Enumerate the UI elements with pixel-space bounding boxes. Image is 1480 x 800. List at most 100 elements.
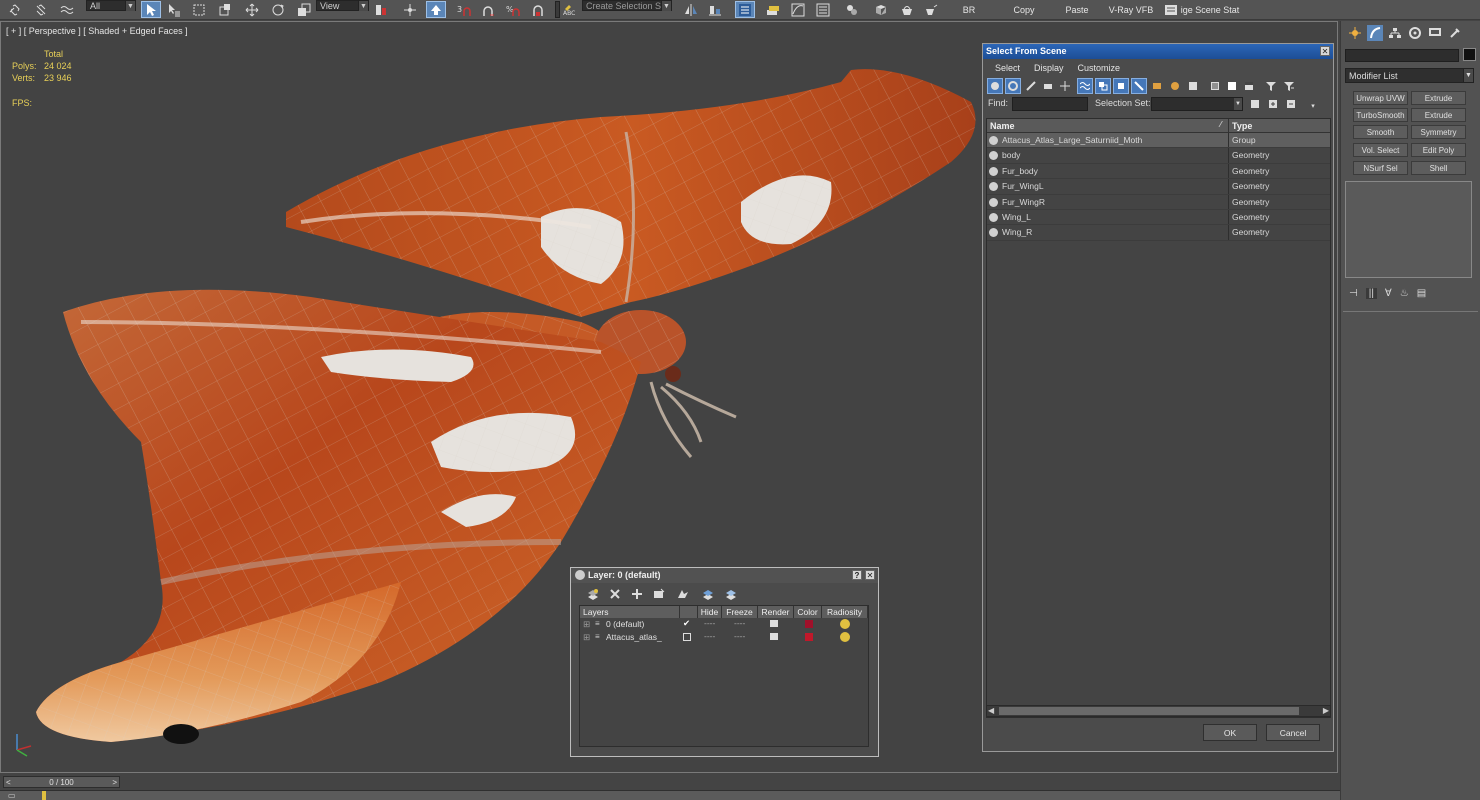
display-tab-icon[interactable] (1427, 25, 1443, 41)
scrollbar-thumb[interactable] (999, 707, 1299, 715)
col-hide[interactable]: Hide (698, 606, 722, 618)
render-setup-icon[interactable] (872, 1, 890, 18)
render-teapot-icon[interactable] (770, 633, 778, 640)
display-groups-icon[interactable] (1095, 78, 1111, 94)
layer-color-swatch[interactable] (805, 620, 813, 628)
render-production-icon[interactable] (922, 1, 940, 18)
percent-snap-icon[interactable]: % (504, 1, 522, 18)
filter-options-icon[interactable] (1281, 78, 1297, 94)
radiosity-icon[interactable] (840, 619, 850, 629)
freeze-toggle[interactable]: ---- (734, 631, 745, 641)
modifier-list-dropdown[interactable]: Modifier List ▼ (1345, 68, 1474, 83)
current-layer-check-icon[interactable]: ✔ (683, 618, 690, 629)
prev-frame-button[interactable]: < (6, 778, 11, 787)
nsurf-sel-button[interactable]: NSurf Sel (1353, 161, 1408, 175)
filter-icon[interactable] (1263, 78, 1279, 94)
turbosmooth-button[interactable]: TurboSmooth (1353, 108, 1408, 122)
object-color-swatch[interactable] (1463, 48, 1476, 61)
object-list[interactable]: Name ⁄ Type Attacus_Atlas_Large_Saturnii… (986, 118, 1331, 718)
delete-layer-icon[interactable] (607, 586, 622, 601)
window-crossing-icon[interactable] (216, 1, 234, 18)
configure-modifier-sets-icon[interactable]: ▤ (1417, 288, 1426, 299)
menu-select[interactable]: Select (995, 63, 1020, 73)
hide-toggle[interactable]: ---- (704, 631, 715, 641)
hide-toggle[interactable]: ---- (704, 618, 715, 628)
display-containers-icon[interactable] (1149, 78, 1165, 94)
unwrap-uvw-button[interactable]: Unwrap UVW (1353, 91, 1408, 105)
menu-customize[interactable]: Customize (1078, 63, 1121, 73)
snaps-toggle-icon[interactable]: 3 (455, 1, 473, 18)
display-cameras-icon[interactable] (1040, 78, 1056, 94)
column-divider[interactable] (1228, 119, 1229, 133)
select-all-icon[interactable] (1207, 78, 1223, 94)
toolbar-overflow-icon[interactable]: ▾ (1305, 98, 1321, 114)
table-row[interactable]: body Geometry (987, 148, 1330, 164)
rect-selection-icon[interactable] (190, 1, 208, 18)
rotate-icon[interactable] (269, 1, 287, 18)
pin-stack-icon[interactable]: ⊣ (1349, 288, 1358, 299)
hierarchy-tab-icon[interactable] (1387, 25, 1403, 41)
current-frame-marker[interactable] (42, 791, 46, 800)
freeze-toggle[interactable]: ---- (734, 618, 745, 628)
shell-button[interactable]: Shell (1411, 161, 1466, 175)
select-object-icon[interactable] (141, 1, 161, 18)
display-lights-icon[interactable] (1023, 78, 1039, 94)
table-row[interactable]: Wing_R Geometry (987, 225, 1330, 241)
select-none-icon[interactable] (1224, 78, 1240, 94)
spinner-snap-icon[interactable] (529, 1, 547, 18)
expand-icon[interactable]: ⊞ (583, 619, 590, 630)
cancel-button[interactable]: Cancel (1266, 724, 1320, 741)
display-xrefs-icon[interactable] (1113, 78, 1129, 94)
vray-vfb-button[interactable]: V-Ray VFB (1106, 1, 1156, 18)
layer-table[interactable]: Layers Hide Freeze Render Color Radiosit… (579, 605, 869, 747)
display-spacewarps-icon[interactable] (1077, 78, 1093, 94)
freeze-unfreeze-all-icon[interactable] (723, 586, 738, 601)
render-teapot-icon[interactable] (770, 620, 778, 627)
col-radiosity[interactable]: Radiosity (822, 606, 868, 618)
make-unique-icon[interactable]: ∀ (1385, 288, 1392, 299)
highlight-selected-layer-icon[interactable] (675, 586, 690, 601)
col-current[interactable] (680, 606, 698, 618)
render-frame-window-icon[interactable] (898, 1, 916, 18)
layer-name[interactable]: 0 (default) (606, 619, 644, 629)
modifier-stack[interactable] (1345, 181, 1472, 278)
scale-icon[interactable] (295, 1, 313, 18)
radiosity-icon[interactable] (840, 632, 850, 642)
br-button[interactable]: BR (955, 1, 983, 18)
selection-filter-dropdown[interactable]: All ▼ (86, 0, 136, 11)
create-tab-icon[interactable] (1347, 25, 1363, 41)
manage-scene-states-button[interactable]: ige Scene Stat (1180, 1, 1240, 18)
layer-explorer-icon[interactable] (764, 1, 782, 18)
add-to-layer-icon[interactable] (629, 586, 644, 601)
track-menu-icon[interactable]: ▭ (8, 791, 16, 800)
curve-editor-icon[interactable] (789, 1, 807, 18)
angle-snap-icon[interactable] (479, 1, 497, 18)
extrude-button[interactable]: Extrude (1411, 91, 1466, 105)
smooth-button[interactable]: Smooth (1353, 125, 1408, 139)
save-selection-set-icon[interactable] (1247, 96, 1263, 112)
vol-select-button[interactable]: Vol. Select (1353, 143, 1408, 157)
display-shapes-icon[interactable] (1005, 78, 1021, 94)
scene-explorer-icon[interactable] (735, 1, 755, 18)
layer-title-bar[interactable]: Layer: 0 (default) ? ✕ (571, 568, 878, 583)
dialog-title-bar[interactable]: Select From Scene ✕ (983, 44, 1333, 59)
next-frame-button[interactable]: > (112, 778, 117, 787)
material-editor-icon[interactable] (843, 1, 861, 18)
close-icon[interactable]: ✕ (1320, 46, 1330, 56)
col-layers[interactable]: Layers (580, 606, 680, 618)
mirror-icon[interactable] (682, 1, 700, 18)
find-input[interactable] (1012, 97, 1088, 111)
move-icon[interactable] (243, 1, 261, 18)
motion-tab-icon[interactable] (1407, 25, 1423, 41)
layer-color-swatch[interactable] (805, 633, 813, 641)
remove-modifier-icon[interactable]: ♨ (1400, 288, 1409, 299)
display-bones-icon[interactable] (1131, 78, 1147, 94)
col-color[interactable]: Color (794, 606, 822, 618)
expand-icon[interactable]: ⊞ (583, 632, 590, 643)
schematic-view-icon[interactable] (814, 1, 832, 18)
help-button[interactable]: ? (852, 570, 862, 580)
layer-row[interactable]: ⊞ ≡ Attacus_atlas_ ---- ---- (580, 631, 870, 644)
object-name-field[interactable] (1345, 49, 1459, 62)
hide-unhide-all-icon[interactable] (700, 586, 715, 601)
display-helpers-icon[interactable] (1057, 78, 1073, 94)
